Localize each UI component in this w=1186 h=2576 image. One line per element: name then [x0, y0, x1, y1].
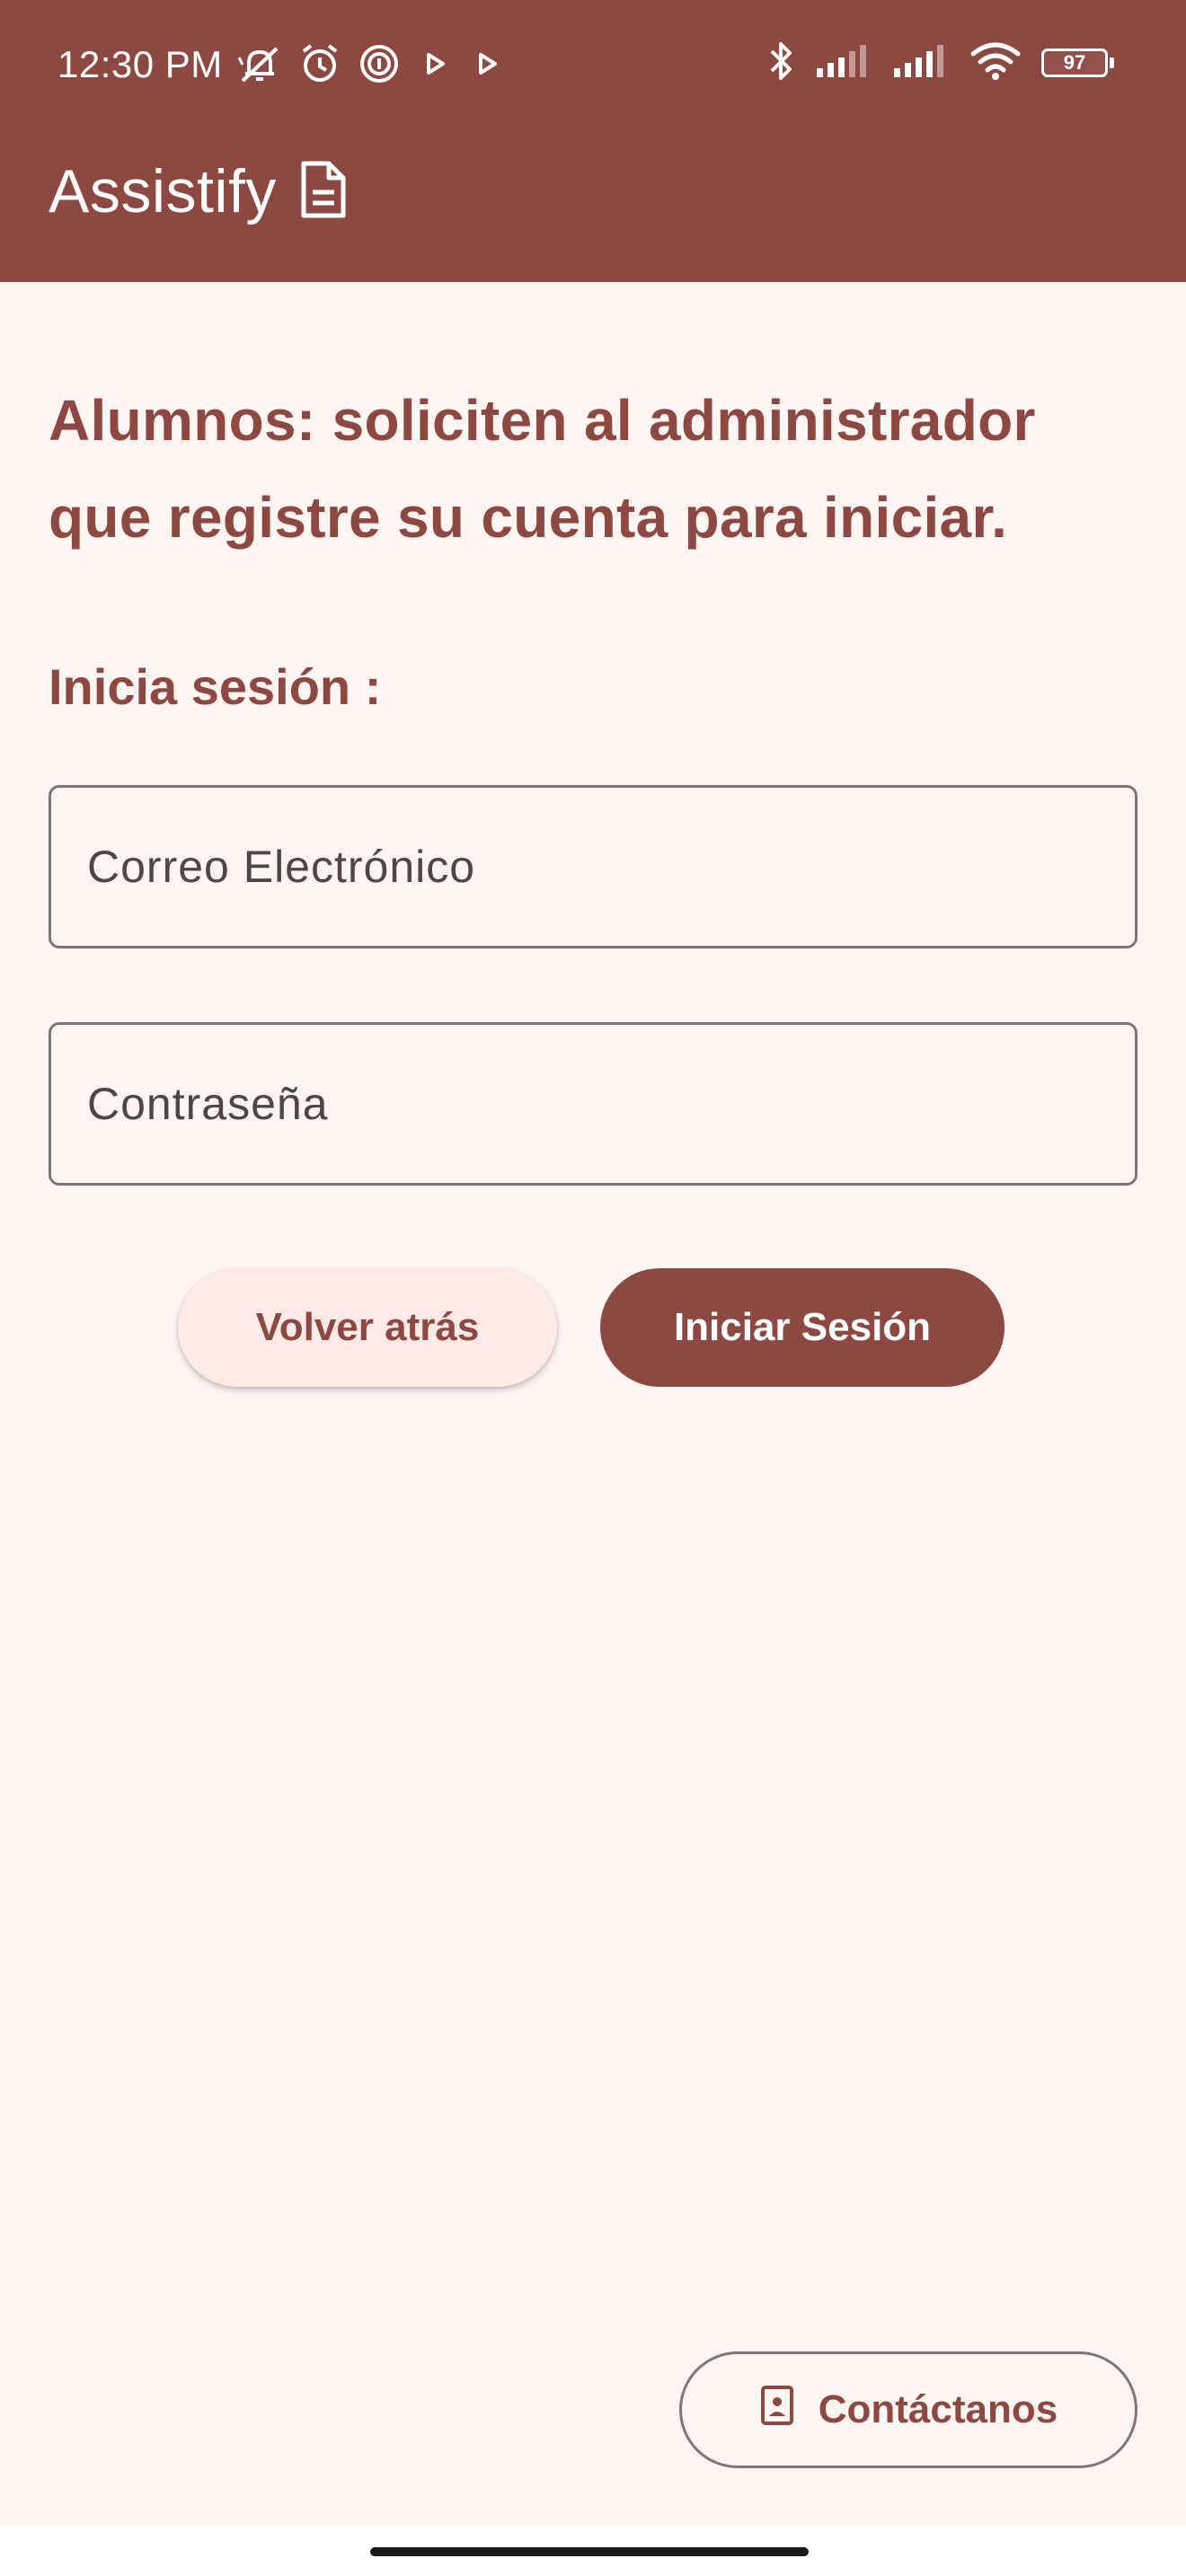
muted-notifications-icon [237, 43, 282, 84]
contact-card-icon [759, 2384, 795, 2437]
document-icon [298, 158, 349, 225]
battery-tip [1110, 57, 1114, 68]
battery-level: 97 [1041, 49, 1108, 77]
contact-button[interactable]: Contáctanos [679, 2351, 1137, 2468]
play-icon [469, 46, 505, 82]
headline-notice: Alumnos: soliciten al administrador que … [49, 388, 1036, 550]
signal-icon [815, 43, 872, 84]
battery-icon: 97 [1041, 49, 1114, 77]
back-button[interactable]: Volver atrás [178, 1268, 557, 1387]
status-time: 12:30 PM [58, 43, 223, 85]
app-title: Assistify [49, 157, 277, 225]
home-indicator[interactable] [370, 2547, 809, 2556]
login-label: Inicia sesión : [49, 658, 382, 715]
signal-icon [892, 43, 950, 84]
app-header: 12:30 PM 97 Assistify [0, 0, 1186, 282]
alarm-icon [298, 42, 341, 85]
play-icon [417, 46, 453, 82]
password-field[interactable] [49, 1022, 1137, 1186]
email-field[interactable] [49, 785, 1137, 948]
login-button[interactable]: Iniciar Sesión [600, 1268, 1005, 1387]
contact-button-label: Contáctanos [818, 2387, 1058, 2431]
bluetooth-icon [768, 39, 795, 88]
app-bar: Assistify [49, 151, 349, 232]
wifi-icon [969, 41, 1022, 85]
app-notification-icon [358, 42, 401, 85]
status-bar: 12:30 PM 97 [0, 0, 1186, 135]
status-left-icons [237, 40, 505, 88]
status-right-icons: 97 [768, 36, 1114, 90]
